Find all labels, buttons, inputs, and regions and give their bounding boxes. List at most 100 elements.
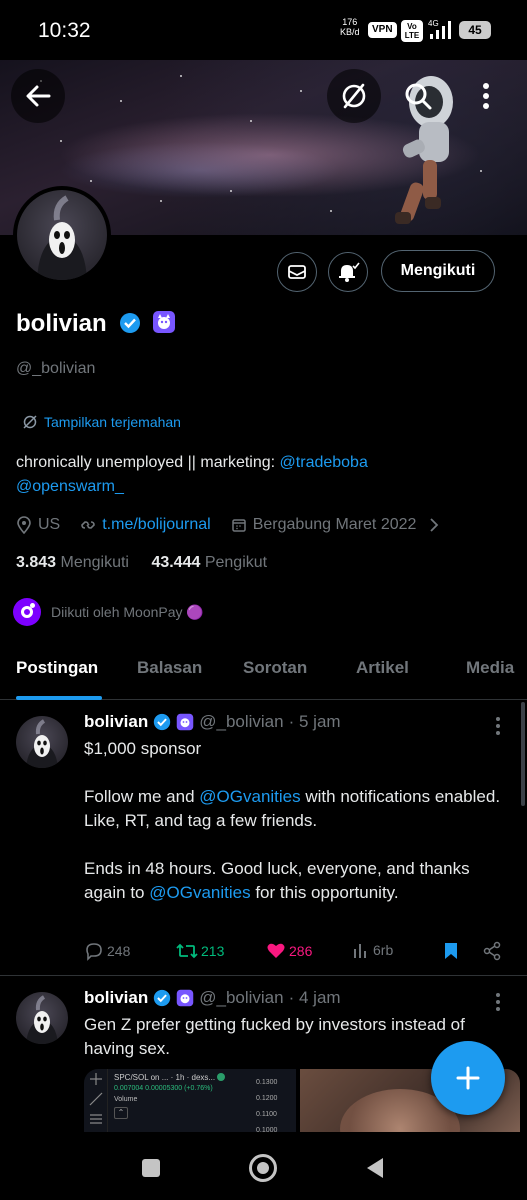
like-button[interactable]: 286 (266, 941, 312, 961)
post-time: · 5 jam (288, 712, 341, 731)
battery-indicator: 45 (459, 21, 491, 39)
affiliate-badge-icon (176, 989, 194, 1007)
mention-ogvanities[interactable]: @OGvanities (149, 883, 250, 902)
scrollbar[interactable] (521, 702, 525, 806)
post-avatar[interactable] (16, 716, 68, 768)
more-vertical-icon (483, 83, 489, 109)
post-item[interactable]: bolivian @_bolivian · 5 jam $1,000 spons… (0, 700, 527, 975)
compose-button[interactable] (431, 1041, 505, 1115)
post-line: Ends in 48 hours. Good luck, everyone, a… (84, 859, 470, 902)
following-button[interactable]: Mengikuti (381, 250, 495, 292)
followed-by[interactable]: Diikuti oleh MoonPay 🟣 (13, 598, 204, 626)
post-line: $1,000 sponsor (84, 739, 202, 758)
location-pin-icon (17, 516, 31, 534)
following-label: Mengikuti (60, 554, 129, 571)
message-button[interactable] (277, 252, 317, 292)
triangle-back-icon (367, 1158, 383, 1178)
bell-check-icon (339, 262, 360, 282)
volte-badge: Vo LTE (401, 20, 423, 42)
profile-bio: chronically unemployed || marketing: @tr… (16, 451, 496, 499)
views-count: 6rb (373, 942, 394, 958)
repost-icon (176, 943, 198, 959)
recent-apps-button[interactable] (142, 1159, 160, 1177)
show-translation-link[interactable]: Tampilkan terjemahan (22, 414, 181, 430)
chevron-up-icon[interactable]: ⌃ (114, 1107, 128, 1119)
chart-pair: SPC/SOL on ... (114, 1073, 169, 1082)
ghost-mask-image (37, 195, 87, 280)
post-author-name[interactable]: bolivian (84, 988, 148, 1008)
back-button[interactable] (11, 69, 65, 123)
followers-count-link[interactable]: 43.444 Pengikut (151, 554, 267, 571)
following-count: 3.843 (16, 554, 57, 571)
link-icon (81, 521, 96, 529)
chevron-right-icon[interactable] (428, 517, 440, 533)
bio-text: chronically unemployed || marketing: (16, 454, 280, 471)
post-author-name[interactable]: bolivian (84, 712, 148, 732)
more-options-button[interactable] (466, 76, 506, 116)
profile-meta: US t.me/bolijournal Bergabung Maret 2022 (16, 514, 440, 536)
location: US (16, 516, 60, 534)
tab-balasan[interactable]: Balasan (137, 658, 202, 678)
followers-count: 43.444 (151, 554, 201, 571)
followed-by-text: Diikuti oleh MoonPay 🟣 (51, 603, 204, 620)
axis-tick: 0.1200 (256, 1095, 278, 1102)
calendar-icon (231, 519, 246, 532)
post-avatar[interactable] (16, 992, 68, 1044)
share-button[interactable] (482, 941, 502, 961)
verified-icon (154, 989, 171, 1007)
bookmark-icon (445, 943, 457, 959)
post-actions: 248 213 286 6rb (84, 941, 504, 963)
tab-artikel[interactable]: Artikel (356, 658, 409, 678)
reply-icon (86, 943, 102, 961)
status-bar: 10:32 176 KB/d VPN Vo LTE 4G 45 (0, 0, 527, 62)
repost-count: 213 (201, 943, 225, 959)
moonpay-avatar (13, 598, 41, 626)
post-time: · 4 jam (288, 988, 341, 1007)
website-link[interactable]: t.me/bolijournal (102, 516, 211, 534)
bio-mention-openswarm[interactable]: @openswarm_ (16, 478, 124, 495)
translate-button[interactable] (327, 69, 381, 123)
mention-ogvanities[interactable]: @OGvanities (199, 787, 300, 806)
verified-icon (119, 312, 141, 334)
post-header: bolivian @_bolivian · 4 jam (84, 988, 341, 1008)
profile-handle: @_bolivian (16, 360, 96, 377)
speed-value: 176 (342, 17, 358, 27)
profile-avatar[interactable] (13, 186, 111, 284)
affiliate-badge-icon[interactable] (152, 310, 176, 334)
back-nav-button[interactable] (365, 1156, 385, 1180)
follow-counts: 3.843 Mengikuti 43.444 Pengikut (16, 554, 267, 572)
notifications-button[interactable] (328, 252, 368, 292)
bookmark-button[interactable] (442, 941, 460, 961)
speed-unit: KB/d (340, 27, 360, 37)
reply-button[interactable]: 248 (84, 941, 130, 961)
tab-media[interactable]: Media (466, 658, 514, 678)
website[interactable]: t.me/bolijournal (80, 516, 211, 534)
tab-postingan[interactable]: Postingan (16, 658, 98, 678)
share-icon (483, 941, 501, 961)
repost-button[interactable]: 213 (176, 941, 224, 961)
like-count: 286 (289, 943, 313, 959)
chart-price: 0.007004 (114, 1085, 144, 1092)
more-vertical-icon (496, 993, 500, 1011)
home-button[interactable] (249, 1154, 277, 1182)
post-text: $1,000 sponsor Follow me and @OGvanities… (84, 737, 504, 905)
post-line: Follow me and @OGvanities with notificat… (84, 787, 501, 806)
translate-icon (342, 83, 366, 109)
post-more-button[interactable] (494, 716, 502, 736)
bio-mention-tradeboba[interactable]: @tradeboba (280, 454, 368, 471)
post-line: Like, RT, and tag a few friends. (84, 811, 318, 830)
network-speed: 176 KB/d (340, 17, 360, 37)
translate-small-icon (23, 415, 37, 429)
following-count-link[interactable]: 3.843 Mengikuti (16, 554, 129, 571)
profile-name-row: bolivian (16, 310, 176, 338)
views-button[interactable]: 6rb (352, 941, 393, 959)
location-text: US (38, 516, 61, 533)
signal-icon: 4G (428, 18, 454, 40)
chart-interval: · 1h · dexs... (170, 1073, 216, 1082)
search-button[interactable] (398, 76, 438, 116)
heart-icon (267, 943, 285, 958)
join-date: Bergabung Maret 2022 (231, 516, 416, 534)
envelope-icon (288, 265, 306, 279)
post-more-button[interactable] (494, 992, 502, 1012)
tab-sorotan[interactable]: Sorotan (243, 658, 307, 678)
